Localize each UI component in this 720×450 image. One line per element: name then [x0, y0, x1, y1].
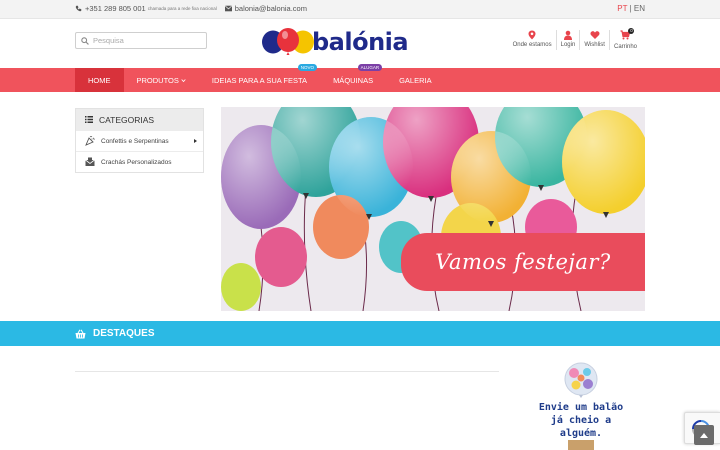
- chevron-down-icon: [181, 78, 186, 82]
- site-logo[interactable]: balónia: [261, 25, 409, 59]
- cart-count-badge: 0: [628, 28, 635, 34]
- hero-banner[interactable]: Vamos festejar?: [221, 107, 645, 311]
- lang-separator: |: [629, 4, 632, 13]
- search-box[interactable]: [75, 32, 207, 49]
- lang-pt[interactable]: PT: [617, 4, 627, 13]
- promo-line-2: já cheio a: [550, 415, 612, 426]
- nav-item-ideias[interactable]: Ideias para a sua festa Novo: [199, 64, 320, 92]
- category-label: Crachás Personalizados: [101, 158, 172, 166]
- main-nav: Home Produtos Ideias para a sua festa No…: [0, 64, 720, 92]
- cart-icon-wrap: 0: [620, 28, 635, 44]
- cart-label: Carrinho: [613, 44, 637, 50]
- novo-badge: Novo: [297, 64, 318, 71]
- category-item-confettis[interactable]: Confettis e Serpentinas: [76, 130, 203, 151]
- category-label: Confettis e Serpentinas: [101, 137, 169, 145]
- shopping-basket-icon: [75, 329, 86, 338]
- email-link-wrap[interactable]: balonia@balonia.com: [224, 4, 307, 13]
- brand-name: balónia: [312, 28, 409, 56]
- content-divider: [75, 371, 499, 372]
- category-item-crachas[interactable]: Crachás Personalizados: [76, 151, 203, 172]
- wishlist-link[interactable]: Wishlist: [580, 30, 610, 50]
- list-icon: [85, 116, 93, 123]
- promo-line-3: alguém.: [559, 428, 603, 439]
- nav-ideias-label: Ideias para a sua festa: [211, 75, 308, 85]
- language-switcher: PT | EN: [617, 4, 645, 13]
- login-label: Login: [560, 42, 576, 48]
- hero-caption: Vamos festejar?: [435, 250, 611, 274]
- promo-balloon-delivery[interactable]: Envie um balão já cheio a alguém.: [520, 360, 642, 450]
- confetti-icon: [85, 136, 95, 146]
- phone-note: chamada para a rede fixa nacional: [147, 6, 217, 11]
- login-link[interactable]: Login: [557, 30, 581, 50]
- arrow-up-icon: [700, 432, 708, 438]
- cart-link[interactable]: 0 Carrinho: [610, 28, 641, 50]
- destaques-bar: Destaques: [0, 321, 720, 346]
- categories-panel: Categorias Confettis e Serpentinas Crach…: [75, 108, 204, 173]
- location-label: Onde estamos: [512, 42, 552, 48]
- contact-info: +351 289 805 001 chamada para a rede fix…: [75, 4, 307, 13]
- gift-box: [568, 440, 594, 450]
- lang-en[interactable]: EN: [634, 4, 645, 13]
- submenu-arrow-icon: [194, 139, 197, 143]
- categories-header: Categorias: [76, 109, 203, 130]
- header-links: Onde estamos Login Wishlist 0 Carrinho: [509, 28, 641, 50]
- envelope-icon: [224, 5, 232, 12]
- site-header: balónia Onde estamos Login Wishlist 0 Ca…: [0, 19, 720, 67]
- nav-item-galeria[interactable]: Galeria: [386, 68, 445, 92]
- phone-number[interactable]: +351 289 805 001: [85, 4, 146, 13]
- categories-title: Categorias: [99, 114, 155, 125]
- destaques-title: Destaques: [93, 328, 155, 339]
- wishlist-label: Wishlist: [584, 42, 605, 48]
- badge-envelope-icon: [85, 157, 95, 166]
- location-link[interactable]: Onde estamos: [509, 30, 557, 50]
- phone-icon: [75, 5, 82, 12]
- gift-balloon-icon: [564, 362, 598, 398]
- nav-item-produtos[interactable]: Produtos: [124, 68, 199, 92]
- destaques-heading: Destaques: [75, 321, 155, 346]
- nav-maquinas-label: Máquinas: [333, 75, 374, 85]
- nav-list: Home Produtos Ideias para a sua festa No…: [75, 64, 445, 92]
- search-input[interactable]: [93, 36, 203, 45]
- email-link[interactable]: balonia@balonia.com: [235, 4, 307, 13]
- promo-line-1: Envie um balão: [538, 402, 624, 413]
- map-pin-icon: [528, 30, 536, 40]
- nav-galeria-label: Galeria: [399, 75, 432, 85]
- nav-item-maquinas[interactable]: Máquinas Alugar: [320, 64, 386, 92]
- alugar-badge: Alugar: [357, 64, 383, 71]
- top-bar: +351 289 805 001 chamada para a rede fix…: [0, 0, 720, 19]
- nav-home-label: Home: [88, 75, 111, 85]
- user-icon: [563, 30, 572, 40]
- search-icon: [81, 36, 89, 45]
- logo-balloons-icon: [262, 28, 314, 55]
- heart-icon: [590, 31, 600, 39]
- scroll-to-top-button[interactable]: [694, 425, 714, 445]
- nav-produtos-label: Produtos: [136, 75, 179, 85]
- nav-item-home[interactable]: Home: [75, 68, 124, 92]
- hero-caption-banner: Vamos festejar?: [401, 233, 645, 291]
